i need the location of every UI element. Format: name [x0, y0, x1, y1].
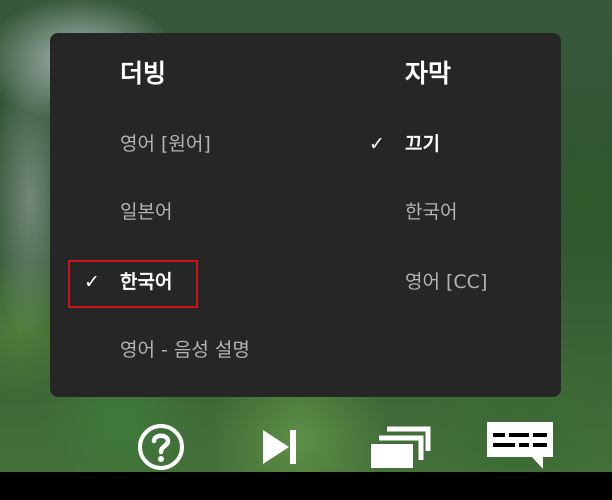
selection-highlight-box — [68, 260, 198, 308]
audio-option-english-audio-description[interactable]: 영어 - 음성 설명 — [120, 335, 250, 365]
next-episode-button[interactable] — [258, 422, 300, 472]
episodes-icon — [371, 426, 431, 468]
audio-heading: 더빙 — [120, 59, 167, 88]
subtitle-option-english-cc[interactable]: 영어 [CC] — [405, 267, 487, 297]
audio-subtitles-button[interactable] — [484, 420, 556, 470]
help-icon — [138, 424, 184, 470]
audio-option-japanese[interactable]: 일본어 — [120, 197, 172, 227]
subtitles-heading: 자막 — [405, 59, 452, 88]
subtitles-selected-check-icon: ✓ — [369, 133, 385, 155]
subtitle-option-korean[interactable]: 한국어 — [405, 197, 457, 227]
next-episode-icon — [263, 430, 296, 464]
player-bottom-bar — [0, 472, 612, 500]
subtitle-option-off[interactable]: 끄기 — [405, 129, 440, 159]
episodes-button[interactable] — [368, 422, 432, 472]
audio-option-english-original[interactable]: 영어 [원어] — [120, 129, 211, 159]
help-button[interactable] — [135, 422, 187, 472]
audio-subtitles-icon — [487, 422, 553, 469]
